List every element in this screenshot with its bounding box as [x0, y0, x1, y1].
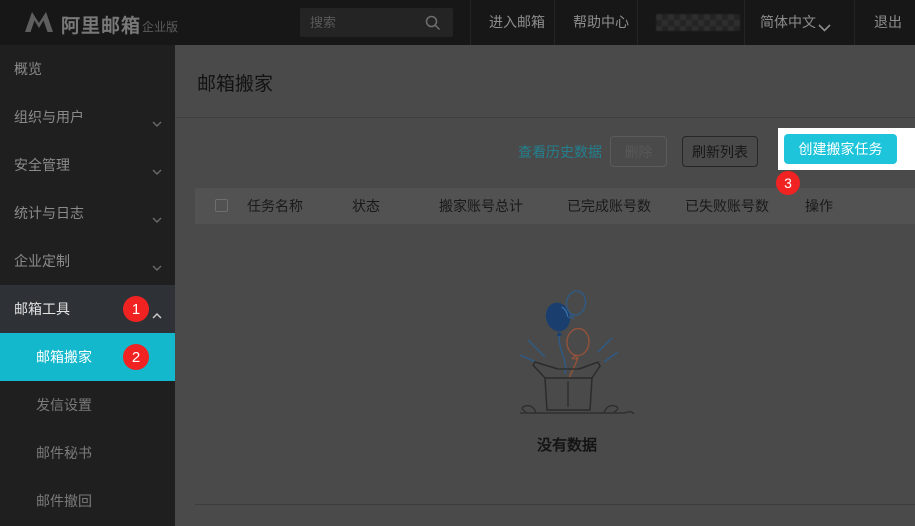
sidebar-item-org-users[interactable]: 组织与用户: [0, 93, 175, 141]
sidebar-item-mail-secretary[interactable]: 邮件秘书: [0, 429, 175, 477]
column-header-completed: 已完成账号数: [567, 198, 651, 214]
topbar-divider: [637, 0, 638, 45]
column-header-status: 状态: [352, 198, 380, 214]
sidebar-item-mail-recall[interactable]: 邮件撤回: [0, 477, 175, 525]
chevron-down-icon: [152, 210, 162, 226]
language-selector[interactable]: 简体中文: [760, 0, 816, 45]
column-header-total-accounts: 搬家账号总计: [439, 198, 523, 214]
sidebar: 概览 组织与用户 安全管理 统计与日志 企业定制 邮箱工具 1 邮箱搬家 2 发…: [0, 45, 175, 526]
chevron-down-icon: [152, 162, 162, 178]
spotlight-highlight: 创建搬家任务: [778, 128, 915, 170]
sidebar-item-overview[interactable]: 概览: [0, 45, 175, 93]
sidebar-item-stats-logs[interactable]: 统计与日志: [0, 189, 175, 237]
help-center-link[interactable]: 帮助中心: [573, 0, 629, 45]
chevron-down-icon: [152, 114, 162, 130]
alimail-logo-icon: [22, 10, 56, 39]
topbar-divider: [854, 0, 855, 45]
user-account-censored[interactable]: [656, 14, 740, 31]
edition-badge: 企业版: [142, 20, 179, 34]
empty-state-text: 没有数据: [536, 437, 597, 454]
app-title: 阿里邮箱: [61, 16, 142, 37]
delete-button[interactable]: 删除: [610, 136, 667, 167]
column-header-task-name: 任务名称: [247, 198, 303, 214]
topbar-divider: [470, 0, 471, 45]
column-header-failed: 已失败账号数: [685, 198, 769, 214]
topbar-divider: [554, 0, 555, 45]
title-divider: [175, 117, 915, 118]
tutorial-step-1-badge: 1: [123, 296, 149, 322]
search-input[interactable]: [300, 8, 420, 37]
create-migration-task-button[interactable]: 创建搬家任务: [784, 134, 897, 164]
admin-console-screen: 阿里邮箱 企业版 进入邮箱 帮助中心 简体中文 退出: [0, 0, 915, 526]
tutorial-step-3-badge: 3: [776, 171, 800, 195]
tutorial-step-2-badge: 2: [123, 344, 149, 370]
sidebar-item-mailbox-migration[interactable]: 邮箱搬家 2: [0, 333, 175, 381]
chevron-down-icon: [152, 258, 162, 274]
enter-mailbox-link[interactable]: 进入邮箱: [489, 0, 545, 45]
chevron-up-icon: [152, 306, 162, 322]
main-content: 邮箱搬家 查看历史数据 删除 刷新列表 创建搬家任务 3 任务名称 状态 搬家账…: [175, 45, 915, 526]
column-header-actions: 操作: [805, 198, 833, 214]
topbar-divider: [744, 0, 745, 45]
sidebar-item-security[interactable]: 安全管理: [0, 141, 175, 189]
empty-state-illustration: [519, 290, 635, 415]
logout-link[interactable]: 退出: [874, 0, 902, 45]
sidebar-item-mail-tools[interactable]: 邮箱工具 1: [0, 285, 175, 333]
refresh-list-button[interactable]: 刷新列表: [682, 136, 758, 167]
topbar: 阿里邮箱 企业版 进入邮箱 帮助中心 简体中文 退出: [0, 0, 915, 45]
table-header-row: 任务名称 状态 搬家账号总计 已完成账号数 已失败账号数 操作: [195, 188, 915, 224]
page-title: 邮箱搬家: [197, 74, 274, 95]
sidebar-item-enterprise-custom[interactable]: 企业定制: [0, 237, 175, 285]
table-bottom-divider: [195, 504, 915, 505]
search-icon[interactable]: [425, 15, 441, 36]
search-box: [300, 8, 453, 37]
view-history-link[interactable]: 查看历史数据: [518, 142, 602, 162]
select-all-checkbox[interactable]: [215, 199, 228, 212]
sidebar-item-sending-settings[interactable]: 发信设置: [0, 381, 175, 429]
chevron-down-icon: [818, 19, 831, 37]
